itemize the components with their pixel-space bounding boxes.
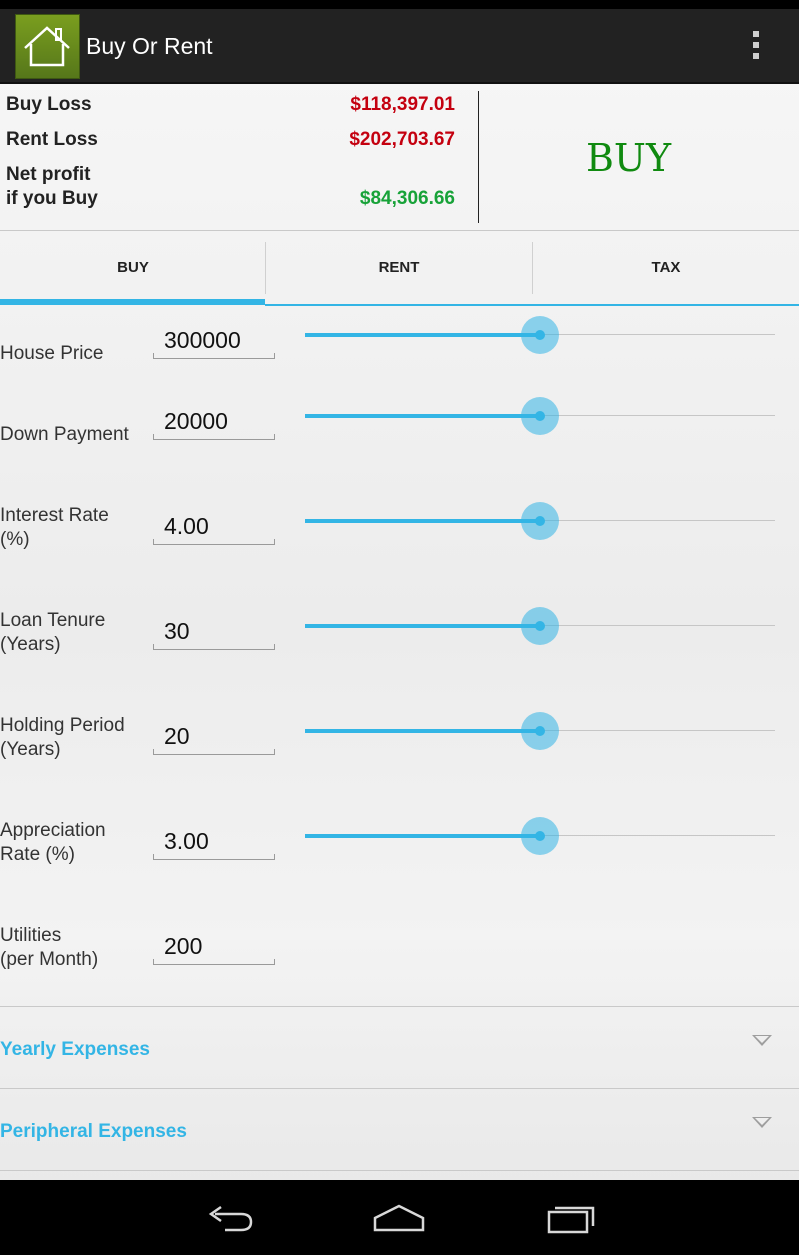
tab-underline — [265, 304, 799, 306]
summary-divider — [478, 91, 479, 223]
down-payment-slider[interactable] — [305, 396, 775, 436]
divider — [0, 230, 799, 231]
down-payment-label: Down Payment — [0, 424, 129, 445]
slider-thumb[interactable] — [521, 316, 559, 354]
yearly-expenses-title: Yearly Expenses — [0, 1039, 150, 1060]
recents-icon[interactable] — [543, 1198, 599, 1238]
tab-buy[interactable]: BUY — [0, 232, 266, 304]
house-price-input[interactable]: 300000 — [153, 325, 275, 359]
net-profit-label-line2: if you Buy — [6, 188, 98, 209]
peripheral-expenses-section[interactable]: Peripheral Expenses — [0, 1089, 799, 1171]
slider-thumb[interactable] — [521, 607, 559, 645]
utilities-input[interactable]: 200 — [153, 931, 275, 965]
buy-loss-value: $118,397.01 — [350, 94, 455, 115]
down-payment-input[interactable]: 20000 — [153, 406, 275, 440]
house-price-slider[interactable] — [305, 315, 775, 355]
interest-rate-slider[interactable] — [305, 501, 775, 541]
peripheral-expenses-title: Peripheral Expenses — [0, 1121, 187, 1142]
summary-panel: Buy Loss $118,397.01 Rent Loss $202,703.… — [0, 84, 799, 230]
interest-rate-input[interactable]: 4.00 — [153, 511, 275, 545]
appreciation-rate-slider[interactable] — [305, 816, 775, 856]
interest-rate-label: Interest Rate (%) — [0, 505, 109, 550]
tab-tax[interactable]: TAX — [533, 232, 799, 304]
slider-thumb[interactable] — [521, 397, 559, 435]
slider-thumb[interactable] — [521, 817, 559, 855]
rent-loss-value: $202,703.67 — [349, 129, 455, 150]
slider-fill — [305, 519, 540, 523]
loan-tenure-label: Loan Tenure (Years) — [0, 610, 106, 655]
utilities-label: Utilities (per Month) — [0, 925, 99, 970]
loan-tenure-slider[interactable] — [305, 606, 775, 646]
slider-thumb[interactable] — [521, 712, 559, 750]
net-profit-label: Net profit — [6, 164, 91, 185]
holding-period-slider[interactable] — [305, 711, 775, 751]
status-bar — [0, 0, 799, 9]
action-bar: Buy Or Rent — [0, 9, 799, 84]
tab-selected-indicator — [0, 299, 265, 305]
slider-fill — [305, 333, 540, 337]
yearly-expenses-section[interactable]: Yearly Expenses — [0, 1007, 799, 1089]
chevron-down-icon[interactable] — [752, 1035, 772, 1046]
divider — [0, 1170, 799, 1171]
back-icon[interactable] — [201, 1198, 257, 1238]
app-title: Buy Or Rent — [86, 33, 213, 59]
appreciation-rate-label: Appreciation Rate (%) — [0, 820, 106, 865]
house-price-label: House Price — [0, 343, 104, 364]
overflow-menu-icon[interactable] — [748, 31, 764, 63]
navigation-bar — [0, 1180, 799, 1255]
appreciation-rate-input[interactable]: 3.00 — [153, 826, 275, 860]
net-profit-value: $84,306.66 — [359, 188, 455, 209]
buy-loss-label: Buy Loss — [6, 94, 92, 115]
tab-rent[interactable]: RENT — [266, 232, 532, 304]
slider-fill — [305, 624, 540, 628]
rent-loss-label: Rent Loss — [6, 129, 98, 150]
tab-bar: BUY RENT TAX — [0, 232, 799, 306]
slider-thumb[interactable] — [521, 502, 559, 540]
holding-period-input[interactable]: 20 — [153, 721, 275, 755]
loan-tenure-input[interactable]: 30 — [153, 616, 275, 650]
holding-period-label: Holding Period (Years) — [0, 715, 125, 760]
slider-fill — [305, 414, 540, 418]
slider-fill — [305, 834, 540, 838]
chevron-down-icon[interactable] — [752, 1117, 772, 1128]
home-icon[interactable] — [371, 1198, 427, 1238]
house-icon[interactable] — [15, 14, 80, 79]
verdict-text: BUY — [586, 136, 672, 180]
slider-fill — [305, 729, 540, 733]
